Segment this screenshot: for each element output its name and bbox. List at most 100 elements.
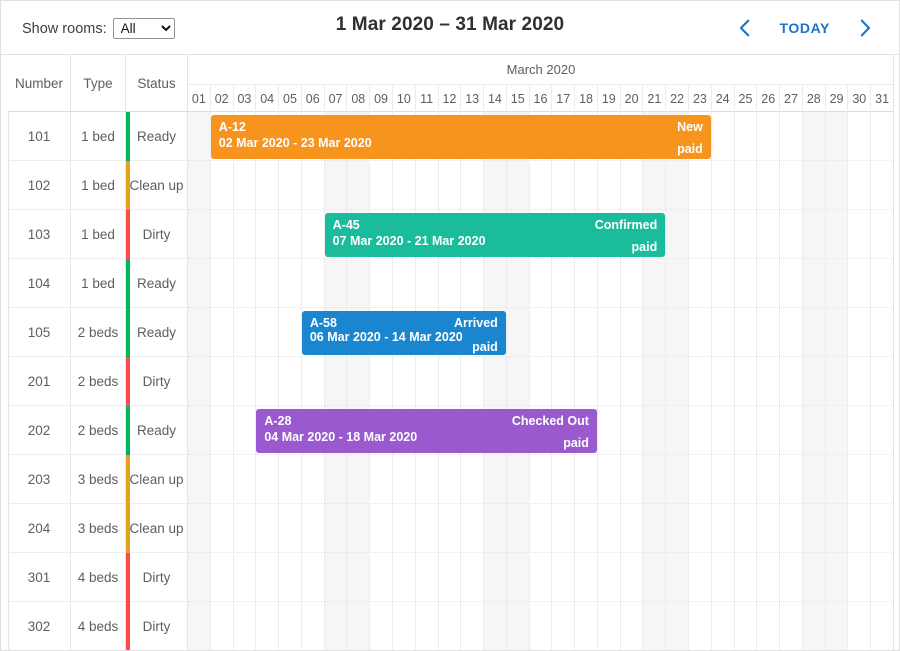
day-headers-row: 01 02 03 04 05 06 07 08 09 10 11 12 13 14 15 16 17 18 19 20… bbox=[188, 85, 894, 112]
day-header-cell: 04 bbox=[256, 85, 280, 112]
room-number-cell: 105 bbox=[8, 308, 71, 356]
room-type-cell: 3 beds bbox=[71, 455, 126, 503]
chevron-left-icon bbox=[739, 19, 750, 37]
day-header-cell: 30 bbox=[848, 85, 872, 112]
day-header-cell: 09 bbox=[370, 85, 393, 112]
calendar-row bbox=[188, 553, 894, 602]
day-header-cell: 31 bbox=[871, 85, 894, 112]
booking-code: A-28 bbox=[264, 414, 292, 428]
booking-dates: 07 Mar 2020 - 21 Mar 2020 bbox=[332, 234, 486, 248]
room-type-cell: 3 beds bbox=[71, 504, 126, 552]
day-header-cell: 22 bbox=[666, 85, 690, 112]
room-type-cell: 1 bed bbox=[71, 259, 126, 307]
toolbar: Show rooms: All 1 Mar 2020 – 31 Mar 2020 … bbox=[0, 0, 900, 55]
calendar-month-label: March 2020 bbox=[188, 55, 894, 85]
room-type-cell: 1 bed bbox=[71, 210, 126, 258]
day-header-cell: 01 bbox=[188, 85, 211, 112]
day-header-cell: 27 bbox=[780, 85, 803, 112]
room-status-cell: Ready bbox=[126, 259, 188, 307]
room-number-cell: 301 bbox=[8, 553, 71, 601]
chevron-right-icon bbox=[860, 19, 871, 37]
booking-dates: 02 Mar 2020 - 23 Mar 2020 bbox=[218, 136, 372, 150]
calendar-row bbox=[188, 602, 894, 651]
calendar-row bbox=[188, 455, 894, 504]
table-row[interactable]: 105 2 beds Ready bbox=[8, 308, 188, 357]
room-status-cell: Clean up bbox=[126, 455, 188, 503]
day-header-cell: 07 bbox=[325, 85, 348, 112]
booking-status: New bbox=[677, 120, 703, 134]
room-type-cell: 4 beds bbox=[71, 602, 126, 650]
day-header-cell: 08 bbox=[347, 85, 371, 112]
booking-block[interactable]: A-12 02 Mar 2020 - 23 Mar 2020 New paid bbox=[210, 115, 711, 159]
day-header-cell: 02 bbox=[211, 85, 234, 112]
room-number-cell: 203 bbox=[8, 455, 71, 503]
room-type-cell: 2 beds bbox=[71, 406, 126, 454]
booking-payment-badge: paid bbox=[631, 240, 658, 254]
room-number-cell: 101 bbox=[8, 112, 71, 160]
room-status-cell: Dirty bbox=[126, 357, 188, 405]
booking-dates: 06 Mar 2020 - 14 Mar 2020 bbox=[309, 330, 463, 344]
next-period-button[interactable] bbox=[844, 14, 886, 42]
calendar-row bbox=[188, 308, 894, 357]
room-type-cell: 1 bed bbox=[71, 112, 126, 160]
room-type-cell: 1 bed bbox=[71, 161, 126, 209]
day-header-cell: 13 bbox=[461, 85, 485, 112]
room-type-cell: 2 beds bbox=[71, 357, 126, 405]
column-header-status: Status bbox=[126, 55, 188, 112]
day-header-cell: 17 bbox=[552, 85, 576, 112]
day-header-cell: 05 bbox=[279, 85, 302, 112]
today-button[interactable]: TODAY bbox=[766, 14, 844, 42]
room-status-cell: Ready bbox=[126, 406, 188, 454]
table-row[interactable]: 203 3 beds Clean up bbox=[8, 455, 188, 504]
room-number-cell: 201 bbox=[8, 357, 71, 405]
table-row[interactable]: 103 1 bed Dirty bbox=[8, 210, 188, 259]
table-row[interactable]: 204 3 beds Clean up bbox=[8, 504, 188, 553]
booking-payment-badge: paid bbox=[563, 436, 589, 450]
booking-payment-badge: paid bbox=[472, 340, 498, 354]
day-header-cell: 20 bbox=[621, 85, 644, 112]
column-header-type: Type bbox=[71, 55, 126, 112]
table-row[interactable]: 104 1 bed Ready bbox=[8, 259, 188, 308]
day-header-cell: 29 bbox=[826, 85, 849, 112]
table-row[interactable]: 101 1 bed Ready bbox=[8, 112, 188, 161]
booking-code: A-45 bbox=[332, 218, 360, 232]
day-header-cell: 16 bbox=[530, 85, 553, 112]
calendar-navigation: TODAY bbox=[724, 14, 886, 42]
room-status-cell: Ready bbox=[126, 112, 188, 160]
table-row[interactable]: 202 2 beds Ready bbox=[8, 406, 188, 455]
table-row[interactable]: 301 4 beds Dirty bbox=[8, 553, 188, 602]
room-number-cell: 202 bbox=[8, 406, 71, 454]
room-status-cell: Clean up bbox=[126, 161, 188, 209]
booking-block[interactable]: A-58 06 Mar 2020 - 14 Mar 2020 Arrived paid bbox=[301, 311, 506, 355]
day-header-cell: 03 bbox=[234, 85, 257, 112]
room-calendar-app: Show rooms: All 1 Mar 2020 – 31 Mar 2020 … bbox=[0, 0, 900, 651]
room-type-cell: 2 beds bbox=[71, 308, 126, 356]
day-header-cell: 26 bbox=[757, 85, 781, 112]
room-number-cell: 204 bbox=[8, 504, 71, 552]
table-row[interactable]: 102 1 bed Clean up bbox=[8, 161, 188, 210]
calendar-right-border bbox=[893, 55, 894, 651]
room-status-cell: Dirty bbox=[126, 553, 188, 601]
booking-block[interactable]: A-28 04 Mar 2020 - 18 Mar 2020 Checked Out… bbox=[256, 409, 597, 453]
booking-status: Arrived bbox=[454, 316, 498, 330]
table-row[interactable]: 201 2 beds Dirty bbox=[8, 357, 188, 406]
booking-status: Confirmed bbox=[594, 218, 658, 232]
room-number-cell: 104 bbox=[8, 259, 71, 307]
calendar-grid: March 2020 01 02 03 04 05 06 07 08 09 10 11 12 13 14 1… bbox=[188, 55, 894, 651]
day-header-cell: 14 bbox=[484, 85, 507, 112]
day-header-cell: 19 bbox=[598, 85, 621, 112]
table-row[interactable]: 302 4 beds Dirty bbox=[8, 602, 188, 651]
booking-dates: 04 Mar 2020 - 18 Mar 2020 bbox=[264, 430, 418, 444]
room-status-cell: Clean up bbox=[126, 504, 188, 552]
calendar-row bbox=[188, 504, 894, 553]
booking-block[interactable]: A-45 07 Mar 2020 - 21 Mar 2020 Confirmed pa… bbox=[324, 213, 666, 257]
prev-period-button[interactable] bbox=[724, 14, 766, 42]
booking-code: A-58 bbox=[309, 316, 337, 330]
day-header-cell: 10 bbox=[393, 85, 416, 112]
day-header-cell: 21 bbox=[643, 85, 667, 112]
booking-payment-badge: paid bbox=[677, 142, 703, 156]
room-number-cell: 103 bbox=[8, 210, 71, 258]
day-header-cell: 12 bbox=[439, 85, 462, 112]
day-header-cell: 25 bbox=[735, 85, 758, 112]
room-status-cell: Dirty bbox=[126, 210, 188, 258]
